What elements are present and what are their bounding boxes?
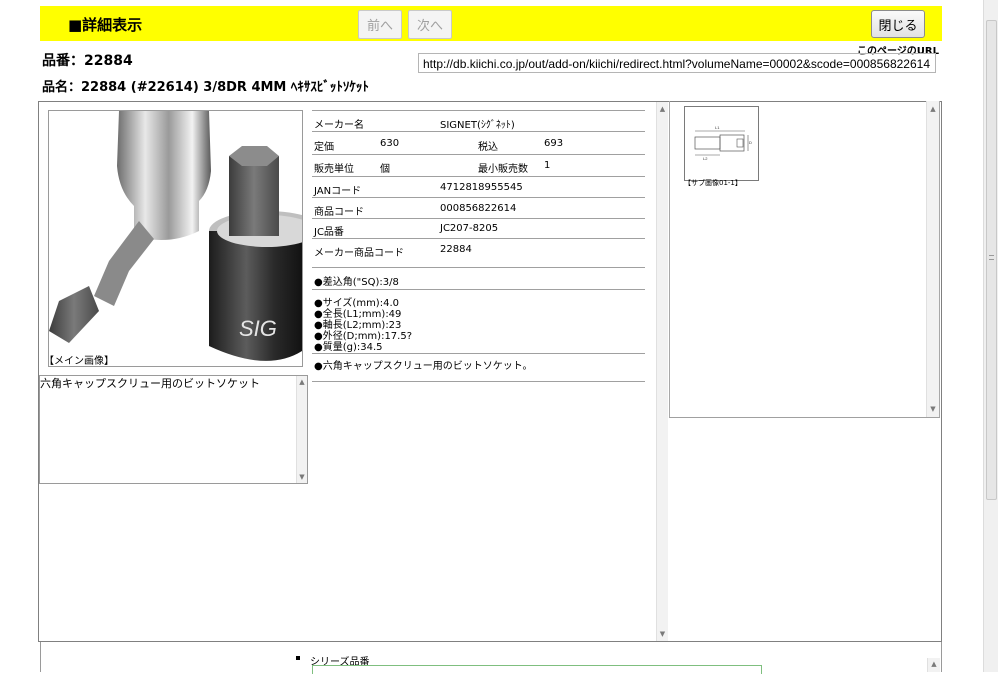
socket-photo: SIG <box>49 111 302 366</box>
scroll-up-icon[interactable]: ▲ <box>927 105 939 113</box>
window-scrollbar[interactable] <box>983 0 998 672</box>
main-image: SIG <box>48 110 303 367</box>
grip-icon <box>989 255 994 260</box>
series-scrollbar[interactable]: ▲ <box>927 658 940 672</box>
jc-label: JC品番 <box>314 227 344 238</box>
list-price-label: 定価 <box>314 142 334 153</box>
divider <box>312 267 645 268</box>
divider <box>312 381 645 382</box>
svg-text:L1: L1 <box>715 125 720 130</box>
prev-button[interactable]: 前へ <box>358 10 402 39</box>
close-button[interactable]: 閉じる <box>871 10 925 38</box>
drive-size: ●差込角("SQ):3/8 <box>314 277 399 288</box>
divider <box>312 154 645 155</box>
svg-text:L2: L2 <box>703 156 708 161</box>
next-button[interactable]: 次へ <box>408 10 452 39</box>
tax-incl-label: 税込 <box>478 142 498 153</box>
jan-label: JANコード <box>314 186 362 197</box>
product-code-value: 000856822614 <box>440 203 517 214</box>
divider <box>312 197 645 198</box>
svg-text:SIG: SIG <box>239 316 277 341</box>
scroll-up-icon[interactable]: ▲ <box>657 105 668 113</box>
description-textarea[interactable]: ▲ ▼ <box>39 375 308 484</box>
scroll-up-icon[interactable]: ▲ <box>928 660 940 668</box>
product-number: 品番：22884 <box>42 53 133 69</box>
jc-value: JC207-8205 <box>440 223 499 234</box>
header-bar <box>40 6 942 41</box>
product-name: 品名：22884 (#22614) 3/8DR 4MM ﾍｷｻｽﾋﾞｯﾄｿｹｯﾄ <box>42 80 369 95</box>
divider <box>669 417 940 418</box>
min-qty-value: 1 <box>544 160 551 171</box>
divider <box>312 218 645 219</box>
divider <box>312 353 645 354</box>
list-price-value: 630 <box>380 138 400 149</box>
scroll-down-icon[interactable]: ▼ <box>927 405 939 413</box>
unit-value: 個 <box>380 164 390 175</box>
divider <box>312 131 645 132</box>
series-table <box>312 665 762 674</box>
scrollbar-thumb[interactable] <box>986 20 997 500</box>
page-url-field[interactable]: http://db.kiichi.co.jp/out/add-on/kiichi… <box>418 53 936 73</box>
maker-value: SIGNET(ｼｸﾞﾈｯﾄ) <box>440 120 515 131</box>
description-text: 六角キャップスクリュー用のビットソケット <box>40 377 260 390</box>
unit-label: 販売単位 <box>314 164 354 175</box>
feature-text: ●六角キャップスクリュー用のビットソケット。 <box>314 361 533 372</box>
maker-label: メーカー名 <box>314 120 364 131</box>
svg-text:D: D <box>749 140 752 145</box>
scroll-down-icon[interactable]: ▼ <box>657 630 668 638</box>
divider <box>312 110 645 111</box>
product-code-label: 商品コード <box>314 207 364 218</box>
scroll-down-icon[interactable]: ▼ <box>297 473 307 481</box>
socket-diagram: L1 L2 D <box>685 107 758 180</box>
tax-incl-value: 693 <box>544 138 564 149</box>
detail-weight: ●質量(g):34.5 <box>314 342 383 353</box>
sub-image-caption: 【サブ画像01-1】 <box>684 179 742 187</box>
divider <box>312 176 645 177</box>
page-title: ■詳細表示 <box>68 16 143 34</box>
sub-image-thumbnail[interactable]: L1 L2 D <box>684 106 759 181</box>
sub-image-scrollbar[interactable]: ▲ ▼ <box>926 101 939 417</box>
description-scrollbar[interactable]: ▲ ▼ <box>296 376 307 483</box>
divider <box>312 238 645 239</box>
scroll-up-icon[interactable]: ▲ <box>297 378 307 386</box>
maker-code-label: メーカー商品コード <box>314 248 404 259</box>
divider <box>312 289 645 290</box>
maker-code-value: 22884 <box>440 244 472 255</box>
main-image-caption: 【メイン画像】 <box>44 356 114 367</box>
jan-value: 4712818955545 <box>440 182 523 193</box>
bullet-icon <box>296 656 300 660</box>
min-qty-label: 最小販売数 <box>478 164 528 175</box>
main-scrollbar[interactable]: ▲ ▼ <box>656 102 668 641</box>
